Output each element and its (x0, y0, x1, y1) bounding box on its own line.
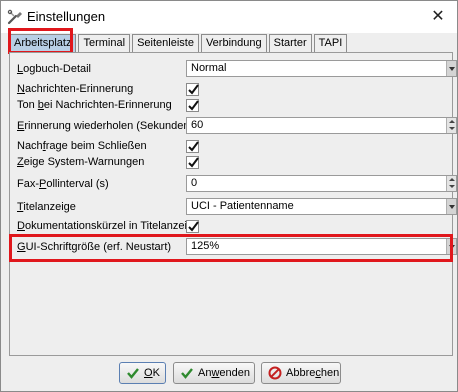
apply-button[interactable]: Anwenden (173, 362, 255, 384)
check-icon (188, 221, 199, 232)
checkmark-icon (126, 366, 140, 380)
ton-erinnerung-checkbox[interactable] (186, 99, 199, 112)
cancel-button[interactable]: Abbrechen (261, 362, 341, 384)
dokumentationskuerzel-label: Dokumentationskürzel in Titelanzeige (17, 220, 200, 232)
cancel-label: Abbrechen (286, 367, 340, 379)
nachrichten-erinnerung-checkbox[interactable] (186, 83, 199, 96)
nachfrage-schliessen-label: Nachfrage beim Schließen (17, 140, 147, 152)
check-icon (188, 84, 199, 95)
tab-terminal[interactable]: Terminal (78, 34, 131, 52)
fax-pollinterval-spinner[interactable]: 0 (186, 175, 457, 192)
arrow-up-icon (449, 120, 455, 123)
chevron-down-icon[interactable] (446, 199, 456, 214)
ok-button[interactable]: OK (119, 362, 166, 384)
ok-label: OK (144, 367, 160, 379)
chevron-down-icon[interactable] (446, 61, 456, 76)
system-warnungen-checkbox[interactable] (186, 156, 199, 169)
fax-pollinterval-label: Fax-Pollinterval (s) (17, 178, 109, 190)
tab-highlight-frame (8, 28, 73, 54)
tab-seitenleiste[interactable]: Seitenleiste (132, 34, 199, 52)
logbuch-detail-label: Logbuch-Detail (17, 63, 91, 75)
tools-icon (7, 9, 23, 25)
logbuch-detail-value: Normal (191, 62, 227, 74)
titelanzeige-value: UCI - Patientenname (191, 200, 294, 212)
spinner-buttons[interactable] (446, 118, 456, 133)
tab-tapi[interactable]: TAPI (313, 34, 348, 52)
cancel-icon (268, 366, 282, 380)
system-warnungen-label: Zeige System-Warnungen (17, 156, 145, 168)
checkmark-icon (180, 366, 194, 380)
tab-verbindung[interactable]: Verbindung (200, 34, 267, 52)
close-icon[interactable]: ✕ (429, 7, 447, 25)
erinnerung-wiederholen-spinner[interactable]: 60 (186, 117, 457, 134)
window-title: Einstellungen (27, 9, 106, 24)
erinnerung-wiederholen-value: 60 (191, 119, 204, 131)
arrow-up-icon (449, 178, 455, 181)
check-icon (188, 157, 199, 168)
erinnerung-wiederholen-label: Erinnerung wiederholen (Sekunden) (17, 120, 194, 132)
nachrichten-erinnerung-label: Nachrichten-Erinnerung (17, 83, 134, 95)
fax-pollinterval-value: 0 (191, 177, 198, 189)
dokumentationskuerzel-checkbox[interactable] (186, 220, 199, 233)
logbuch-detail-select[interactable]: Normal (186, 60, 457, 77)
settings-panel: Logbuch-Detail Normal Nachrichten-Erinne… (9, 52, 457, 356)
titelanzeige-label: Titelanzeige (17, 201, 76, 213)
check-icon (188, 141, 199, 152)
apply-label: Anwenden (198, 367, 251, 379)
tab-starter[interactable]: Starter (268, 34, 312, 52)
ton-erinnerung-label: Ton bei Nachrichten-Erinnerung (17, 99, 172, 111)
gui-schriftgroesse-highlight-frame (9, 234, 453, 262)
arrow-down-icon (449, 127, 455, 130)
spinner-buttons[interactable] (446, 176, 456, 191)
settings-dialog: Einstellungen ✕ Arbeitsplatz Terminal Se… (0, 0, 458, 392)
nachfrage-schliessen-checkbox[interactable] (186, 140, 199, 153)
arrow-down-icon (449, 185, 455, 188)
check-icon (188, 100, 199, 111)
titelanzeige-select[interactable]: UCI - Patientenname (186, 198, 457, 215)
